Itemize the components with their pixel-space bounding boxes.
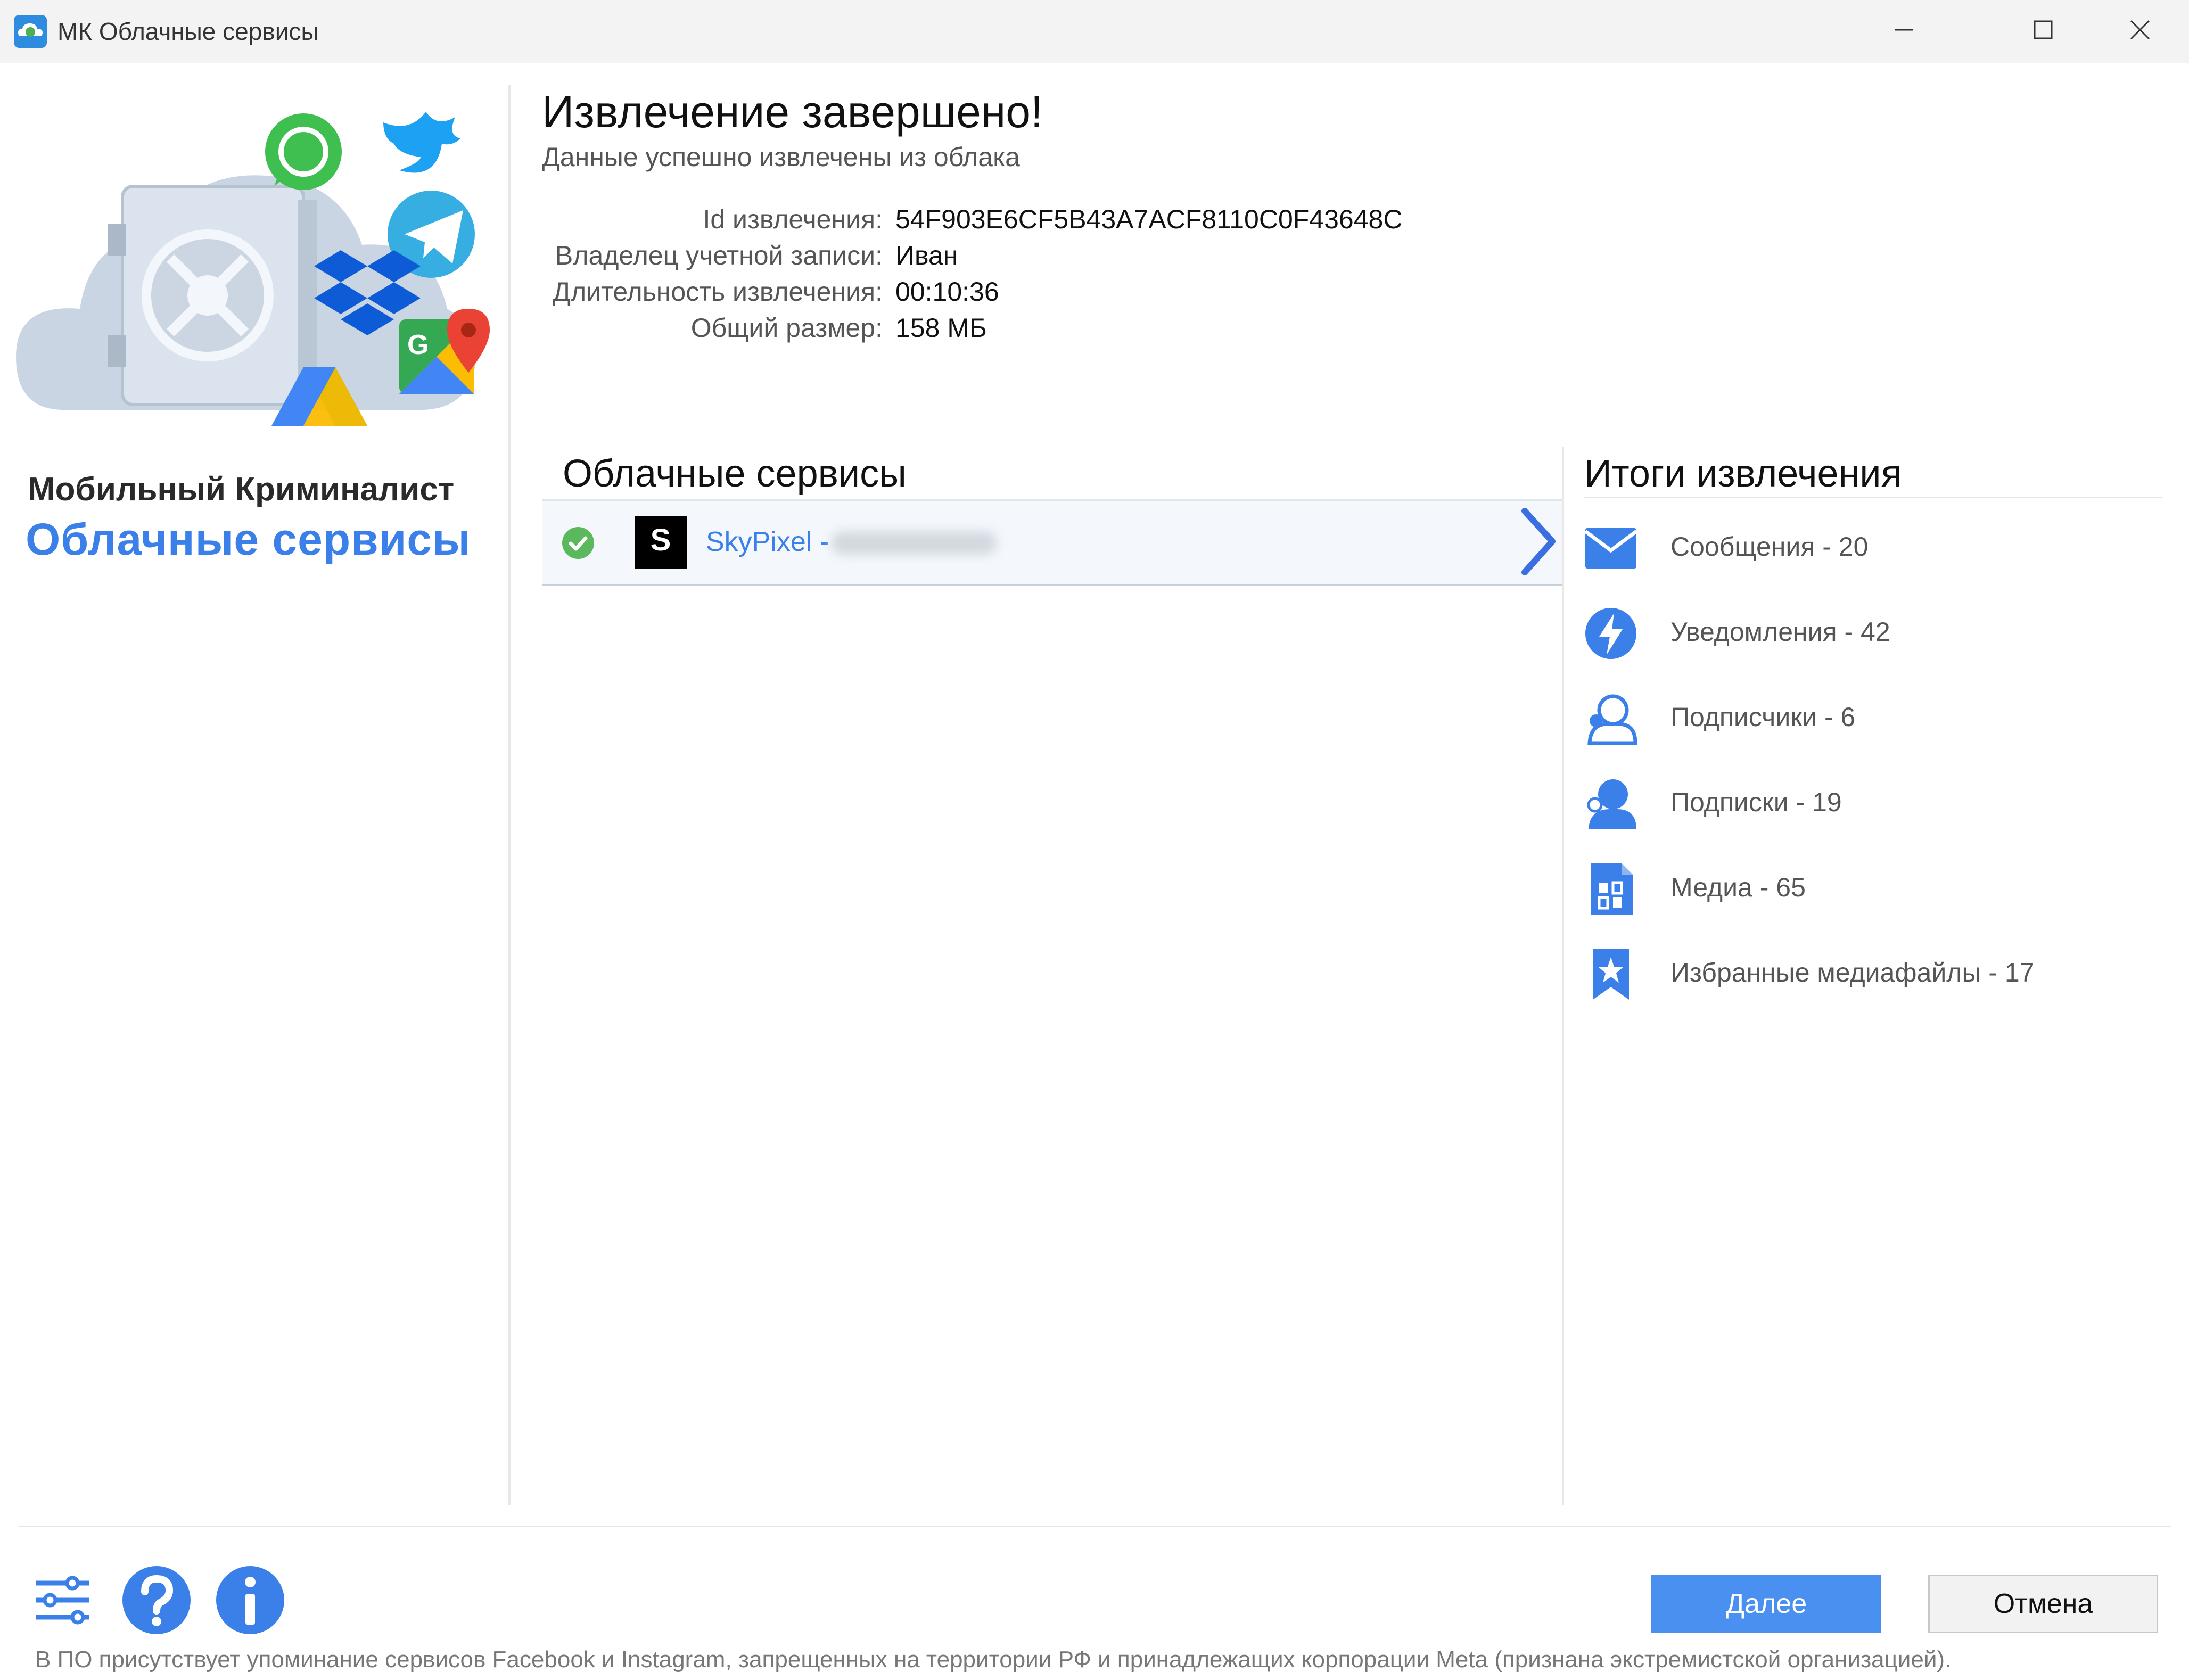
legal-disclaimer: В ПО присутствует упоминание сервисов Fa…	[35, 1646, 1952, 1673]
summary-panel-title: Итоги извлечения	[1584, 452, 1902, 495]
subscription-icon	[1587, 779, 1636, 829]
summary-item-subscriptions: Подписки - 19	[1670, 787, 1842, 817]
safe-icon	[108, 185, 317, 406]
extraction-id-label: Id извлечения:	[703, 204, 883, 234]
summary-item-messages: Сообщения - 20	[1670, 532, 1869, 562]
whatsapp-icon	[265, 113, 342, 190]
brand-product-name: Мобильный Криминалист	[28, 471, 455, 508]
window-title: МК Облачные сервисы	[57, 18, 319, 45]
total-size-label: Общий размер:	[690, 313, 883, 343]
panel-divider	[1562, 447, 1564, 1505]
page-subtitle: Данные успешно извлечены из облака	[542, 142, 1020, 172]
minimize-button[interactable]	[1855, 0, 1953, 60]
duration-value: 00:10:36	[895, 277, 999, 307]
envelope-icon	[1584, 528, 1638, 569]
page-title: Извлечение завершено!	[542, 87, 1043, 137]
next-button[interactable]: Далее	[1651, 1575, 1881, 1633]
close-icon	[2130, 20, 2150, 40]
account-owner-label: Владелец учетной записи:	[555, 241, 883, 270]
maximize-button[interactable]	[1994, 0, 2092, 60]
brand-module-name: Облачные сервисы	[26, 514, 471, 564]
settings-sliders-icon[interactable]	[27, 1564, 99, 1636]
duration-label: Длительность извлечения:	[553, 277, 883, 307]
skypixel-logo-icon: S	[635, 516, 687, 569]
summary-item-media: Медиа - 65	[1670, 872, 1806, 902]
lightning-icon	[1585, 608, 1636, 659]
service-name: SkyPixel -	[706, 526, 829, 557]
minimize-icon	[1895, 29, 1913, 31]
maximize-icon	[2034, 20, 2053, 39]
skypixel-logo-letter: S	[651, 523, 671, 557]
app-cloud-icon	[14, 15, 47, 48]
cancel-button[interactable]: Отмена	[1928, 1575, 2158, 1633]
account-owner-value: Иван	[895, 241, 958, 270]
twitter-icon	[383, 112, 460, 173]
close-button[interactable]	[2091, 0, 2189, 60]
help-icon[interactable]	[120, 1564, 193, 1636]
success-check-icon	[562, 527, 594, 559]
follower-icon	[1587, 694, 1637, 745]
left-panel-divider	[508, 85, 511, 1505]
cloud-services-illustration: G	[16, 112, 490, 426]
google-maps-icon: G	[399, 309, 490, 394]
service-row-skypixel[interactable]	[542, 499, 1563, 586]
footer-divider	[18, 1526, 2171, 1527]
extraction-id-value: 54F903E6CF5B43A7ACF8110C0F43648C	[895, 204, 1403, 234]
summary-title-underline	[1584, 497, 2162, 498]
redacted-account	[832, 531, 997, 555]
info-icon[interactable]	[214, 1564, 286, 1636]
chevron-right-icon[interactable]	[1517, 506, 1560, 578]
media-file-icon	[1591, 863, 1633, 915]
total-size-value: 158 МБ	[895, 313, 987, 343]
summary-item-followers: Подписчики - 6	[1670, 702, 1856, 732]
summary-item-favorite-media: Избранные медиафайлы - 17	[1670, 958, 2035, 987]
svg-text:G: G	[407, 330, 429, 360]
services-panel-title: Облачные сервисы	[563, 452, 907, 495]
summary-item-notifications: Уведомления - 42	[1670, 617, 1890, 647]
bookmark-star-icon	[1593, 949, 1629, 1000]
